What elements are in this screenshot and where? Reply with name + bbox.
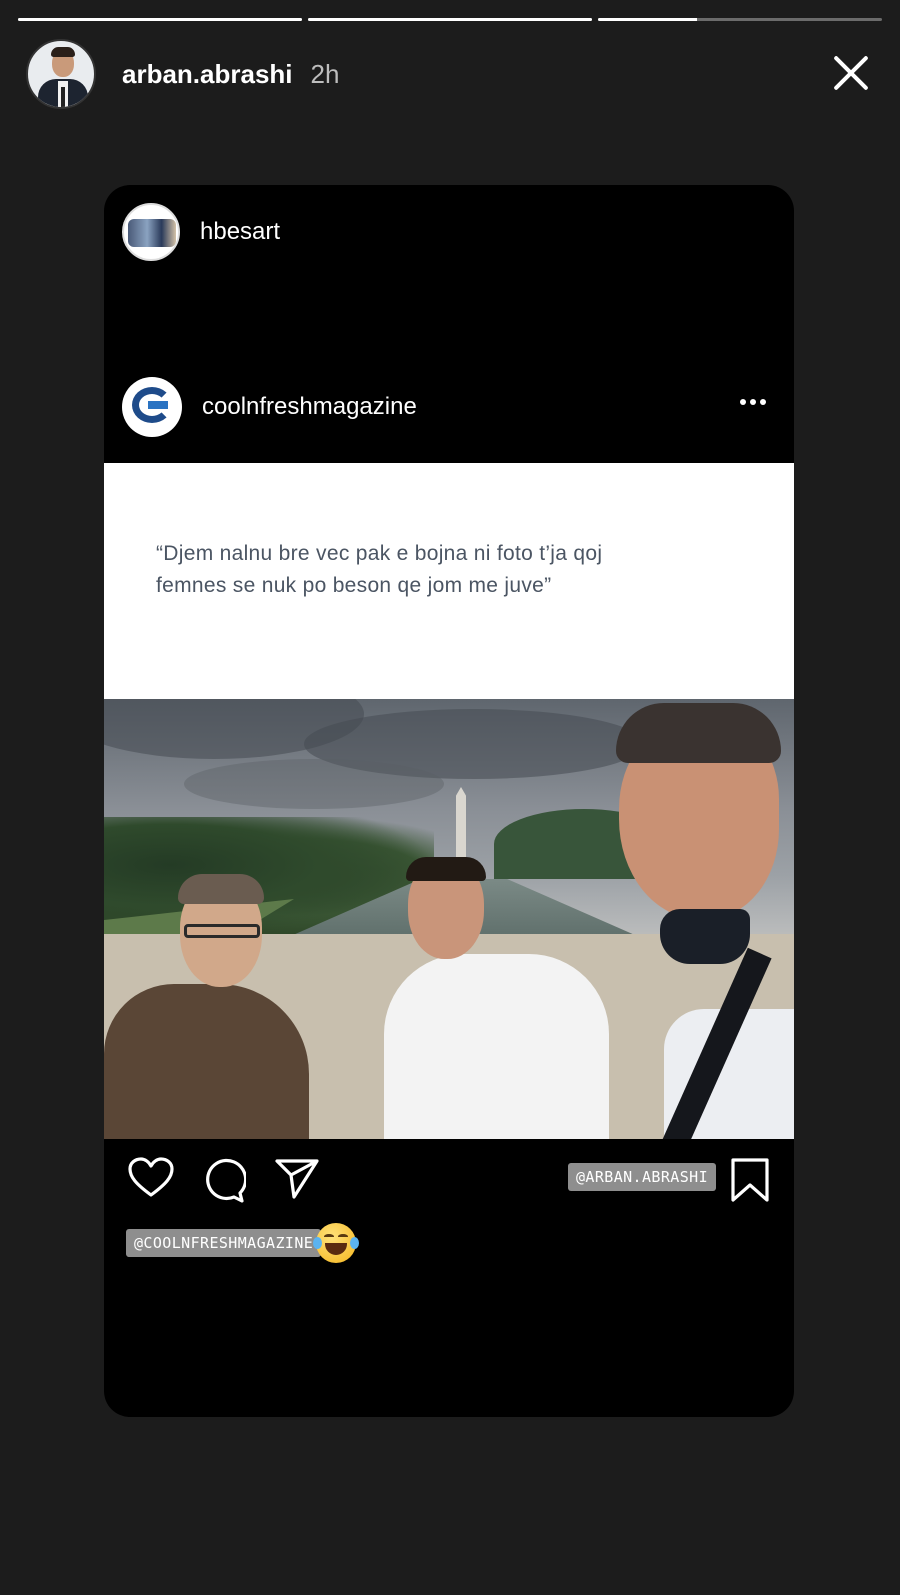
mention-sticker-arban[interactable]: @ARBAN.ABRASHI xyxy=(567,1163,716,1191)
mention-sticker-coolnfresh[interactable]: @COOLNFRESHMAGAZINE xyxy=(126,1229,322,1257)
laughing-emoji-icon xyxy=(313,1223,359,1263)
progress-segment xyxy=(18,18,302,21)
share-icon[interactable] xyxy=(274,1157,320,1199)
story-header: arban.abrashi 2h xyxy=(26,38,874,110)
shared-post-card[interactable]: hbesart coolnfreshmagazine “Djem nalnu b… xyxy=(104,185,794,1417)
sharer-header: hbesart xyxy=(122,203,280,261)
more-icon[interactable] xyxy=(740,399,766,405)
sharer-username[interactable]: hbesart xyxy=(200,218,280,246)
post-quote: “Djem nalnu bre vec pak e bojna ni foto … xyxy=(156,542,603,597)
post-author[interactable]: coolnfreshmagazine xyxy=(202,393,417,421)
progress-segment xyxy=(598,18,882,21)
progress-segment xyxy=(308,18,592,21)
quote-panel: “Djem nalnu bre vec pak e bojna ni foto … xyxy=(104,463,794,699)
post-header: coolnfreshmagazine xyxy=(122,377,776,437)
story-username[interactable]: arban.abrashi xyxy=(122,59,293,90)
story-time: 2h xyxy=(310,58,340,89)
post-photo[interactable] xyxy=(104,699,794,1139)
heart-icon[interactable] xyxy=(128,1157,174,1199)
bookmark-icon[interactable] xyxy=(730,1157,770,1203)
post-actions: @ARBAN.ABRASHI xyxy=(128,1157,770,1207)
monument xyxy=(456,787,466,859)
avatar[interactable] xyxy=(26,39,96,109)
comment-icon[interactable] xyxy=(200,1157,246,1203)
story-viewer: arban.abrashi 2h hbesart coolnfreshmagaz… xyxy=(0,0,900,1595)
sharer-avatar[interactable] xyxy=(122,203,180,261)
author-logo[interactable] xyxy=(122,377,182,437)
close-icon[interactable] xyxy=(828,50,874,96)
story-progress xyxy=(18,18,882,22)
